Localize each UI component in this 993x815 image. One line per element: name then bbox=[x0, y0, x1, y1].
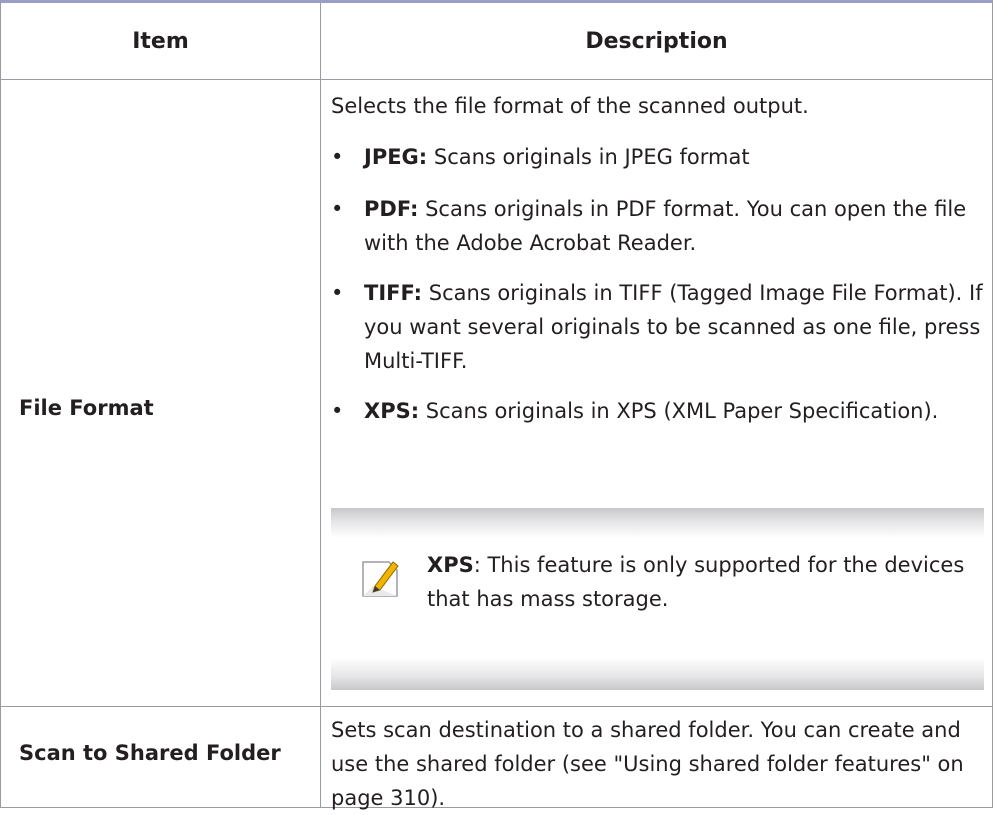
bullet-dot: • bbox=[331, 197, 344, 221]
row-item-scan-to-shared-folder: Scan to Shared Folder bbox=[19, 741, 281, 765]
note-body: : This feature is only supported for the… bbox=[427, 553, 965, 611]
bullet-text: Scans originals in PDF format. You can o… bbox=[364, 197, 967, 255]
bullet-dot: • bbox=[331, 281, 344, 305]
header-rule bbox=[1, 79, 992, 80]
note-text: XPS: This feature is only supported for … bbox=[427, 548, 967, 616]
bullet-text: Scans originals in JPEG format bbox=[427, 145, 750, 169]
bullet-term: PDF: bbox=[364, 197, 419, 221]
header-description: Description bbox=[585, 28, 728, 54]
bullet-term: XPS: bbox=[364, 399, 420, 423]
header-item: Item bbox=[132, 28, 189, 54]
spec-table: Item Description File Format Selects the… bbox=[0, 0, 993, 810]
file-format-intro: Selects the file format of the scanned o… bbox=[331, 94, 809, 118]
bullet-dot: • bbox=[331, 399, 344, 423]
bullet-term: TIFF: bbox=[364, 281, 423, 305]
row-item-file-format: File Format bbox=[19, 396, 154, 420]
bullet-text: Scans originals in XPS (XML Paper Specif… bbox=[419, 399, 939, 423]
bullet-dot: • bbox=[331, 145, 344, 169]
bullet-term: JPEG: bbox=[364, 145, 428, 169]
row-divider bbox=[1, 706, 992, 707]
bullet-text: Scans originals in TIFF (Tagged Image Fi… bbox=[364, 281, 983, 373]
column-divider bbox=[320, 3, 321, 808]
scan-to-shared-folder-description: Sets scan destination to a shared folder… bbox=[331, 718, 964, 810]
note-box: XPS: This feature is only supported for … bbox=[331, 508, 984, 690]
note-term: XPS bbox=[427, 553, 474, 577]
note-pencil-icon bbox=[362, 561, 399, 597]
